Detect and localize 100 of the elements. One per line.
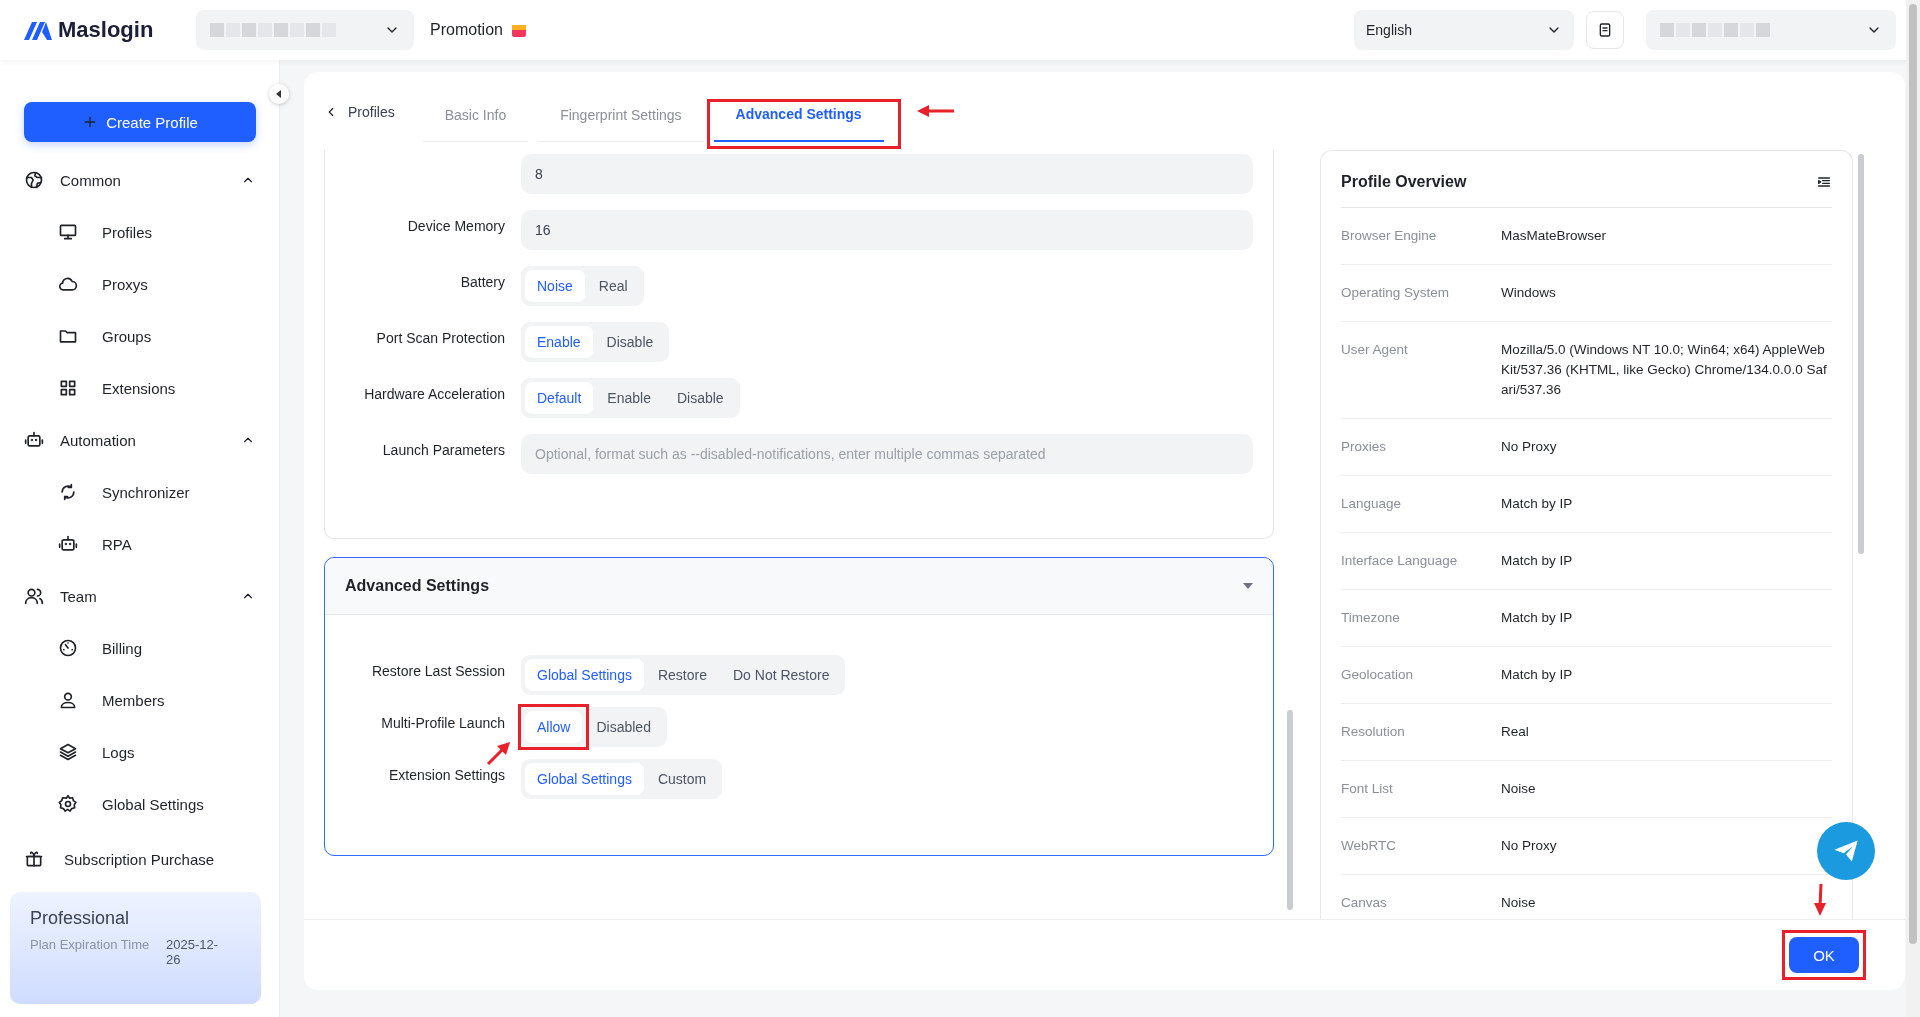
field-label: Battery: [459, 273, 505, 290]
panel-title: Profile Overview: [1341, 173, 1467, 191]
expiry-date: 2025-12-26: [166, 937, 220, 967]
sidebar-group[interactable]: Team: [0, 570, 279, 622]
layers-icon: [58, 742, 78, 762]
globe-icon: [24, 170, 44, 190]
sidebar-item[interactable]: Groups: [0, 310, 279, 362]
input-field[interactable]: 16: [521, 210, 1253, 250]
back-link[interactable]: Profiles: [324, 104, 395, 142]
segment-option[interactable]: Allow: [525, 711, 583, 743]
overview-value: Match by IP: [1501, 552, 1573, 570]
logo-icon: [24, 20, 52, 40]
sidebar-group[interactable]: Automation: [0, 414, 279, 466]
segment-option[interactable]: Do Not Restore: [721, 659, 842, 691]
segment-option[interactable]: Disable: [664, 382, 736, 414]
annotation-arrow: [485, 741, 511, 767]
segment-option[interactable]: Custom: [645, 763, 719, 795]
field-label: Restore Last Session: [370, 662, 505, 679]
sidebar-item[interactable]: Global Settings: [0, 778, 279, 830]
overview-value: Real: [1501, 723, 1529, 741]
person-icon: [58, 690, 78, 710]
overview-value: No Proxy: [1501, 837, 1557, 855]
segment-option[interactable]: Enable: [525, 326, 593, 358]
sidebar-item[interactable]: Proxys: [0, 258, 279, 310]
overview-label: WebRTC: [1341, 837, 1397, 855]
segment-option[interactable]: Enable: [595, 382, 663, 414]
document-icon: [1597, 22, 1613, 38]
promotion-link[interactable]: Promotion: [430, 21, 503, 39]
send-button[interactable]: [1817, 822, 1875, 880]
field-label: Port Scan Protection: [375, 329, 505, 346]
logo-text: Maslogin: [58, 17, 154, 43]
overview-value: Noise: [1501, 780, 1536, 798]
ok-button[interactable]: OK: [1789, 937, 1859, 973]
caret-left-icon: [275, 90, 283, 98]
collapse-button[interactable]: [269, 84, 289, 104]
overview-value: Match by IP: [1501, 666, 1573, 684]
create-profile-button[interactable]: Create Profile: [24, 102, 256, 142]
overview-label: Font List: [1341, 780, 1394, 798]
sidebar-item[interactable]: Members: [0, 674, 279, 726]
overview-label: Geolocation: [1341, 666, 1415, 684]
list-icon: [1816, 174, 1832, 190]
field-label: Launch Parameters: [381, 441, 505, 458]
sidebar-item[interactable]: Synchronizer: [0, 466, 279, 518]
annotation-arrow: [1813, 883, 1827, 917]
overview-label: Language: [1341, 495, 1403, 513]
plan-name: Professional: [30, 908, 131, 929]
document-button[interactable]: [1586, 11, 1624, 49]
overview-label: Interface Language: [1341, 552, 1459, 570]
overview-label: Timezone: [1341, 609, 1401, 627]
sync-icon: [58, 482, 78, 502]
expiry-label: Plan Expiration Time: [30, 937, 150, 954]
overview-value: Mozilla/5.0 (Windows NT 10.0; Win64; x64) AppleWebKit/537.36 (KHTML, like Gecko) Chrome/134.0.0.0 Safari/537.36: [1501, 341, 1828, 399]
sidebar-group[interactable]: Common: [0, 154, 279, 206]
overview-label: User Agent: [1341, 341, 1409, 359]
robot-icon: [58, 534, 78, 554]
overview-value: Noise: [1501, 894, 1536, 912]
gift-icon: [510, 22, 527, 38]
overview-value: Match by IP: [1501, 609, 1573, 627]
sidebar-item[interactable]: Billing: [0, 622, 279, 674]
sidebar-item[interactable]: Extensions: [0, 362, 279, 414]
overview-label: Canvas: [1341, 894, 1388, 912]
overview-value: No Proxy: [1501, 438, 1557, 456]
field-label: Multi-Profile Launch: [380, 714, 505, 731]
overview-value: Windows: [1501, 284, 1556, 302]
segment-option[interactable]: Noise: [525, 270, 585, 302]
segment-option[interactable]: Disable: [594, 326, 666, 358]
segment-option[interactable]: Global Settings: [525, 763, 644, 795]
field-label: Extension Settings: [388, 766, 505, 783]
gift-icon: [24, 849, 44, 869]
segment-option[interactable]: Real: [586, 270, 640, 302]
sidebar-item[interactable]: Subscription Purchase: [0, 830, 279, 888]
gear-icon: [58, 794, 78, 814]
monitor-icon: [58, 222, 78, 242]
annotation-arrow: [915, 104, 956, 118]
overview-value: Match by IP: [1501, 495, 1573, 513]
overview-label: Operating System: [1341, 284, 1451, 302]
input-field[interactable]: 8: [521, 154, 1253, 194]
caret-icon: [1243, 582, 1253, 590]
field-label: Hardware Acceleration: [363, 385, 505, 402]
grid-icon: [58, 378, 78, 398]
segment-option[interactable]: Global Settings: [525, 659, 644, 691]
segment-option[interactable]: Restore: [645, 659, 719, 691]
overview-label: Browser Engine: [1341, 227, 1438, 245]
robot-icon: [24, 430, 44, 450]
field-label: Device Memory: [406, 217, 505, 234]
overview-label: Resolution: [1341, 723, 1406, 741]
sidebar-item[interactable]: Profiles: [0, 206, 279, 258]
sidebar-item[interactable]: RPA: [0, 518, 279, 570]
section-header[interactable]: Advanced Settings: [325, 558, 1273, 615]
gauge-icon: [58, 638, 78, 658]
segment-option[interactable]: Default: [525, 382, 594, 414]
language-dropdown[interactable]: English: [1354, 10, 1574, 50]
team-icon: [24, 586, 44, 606]
overview-value: MasMateBrowser: [1501, 227, 1607, 245]
overview-label: Proxies: [1341, 438, 1387, 456]
segment-option[interactable]: Disabled: [584, 711, 663, 743]
scrollbar[interactable]: [1906, 0, 1920, 1017]
sidebar-item[interactable]: Logs: [0, 726, 279, 778]
input-field[interactable]: Optional, format such as --disabled-notifications, enter multiple commas separated: [521, 434, 1253, 474]
tab[interactable]: Advanced Settings: [713, 106, 884, 142]
